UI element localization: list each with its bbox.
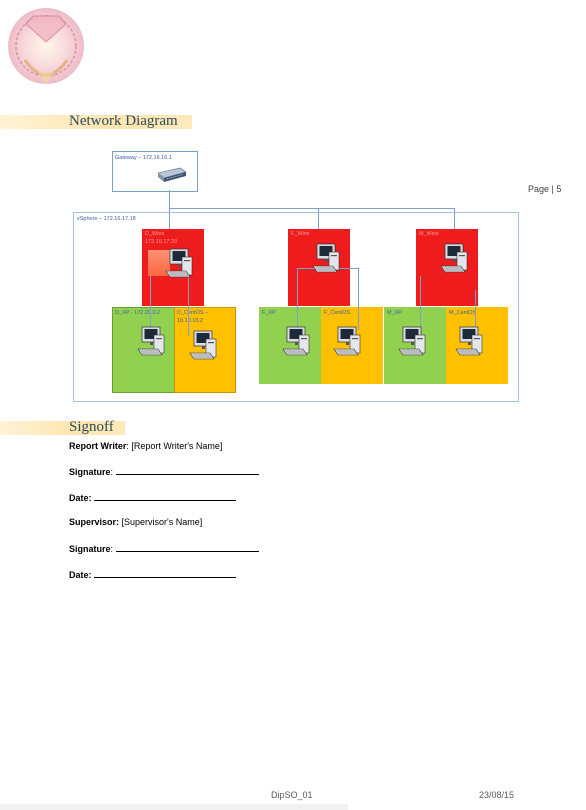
footer-shade (0, 804, 348, 810)
date-label: Date: (69, 570, 92, 580)
report-writer-row: Report Writer: [Report Writer's Name] (69, 441, 222, 451)
section-title-signoff: Signoff (69, 419, 114, 435)
report-writer-label: Report Writer (69, 441, 127, 451)
signature-label: Signature (69, 544, 111, 554)
date-row-1: Date: (69, 492, 237, 503)
signature-line[interactable] (115, 466, 259, 475)
date-label: Date: (69, 493, 92, 503)
signature-row-1: Signature: (69, 466, 259, 477)
footer-date: 23/08/15 (479, 790, 515, 800)
report-writer-value[interactable]: : [Report Writer's Name] (126, 441, 222, 451)
supervisor-row: Supervisor: [Supervisor's Name] (69, 517, 202, 527)
supervisor-label: Supervisor: (69, 517, 120, 527)
footer-doc-code: DipSO_01 (271, 790, 313, 800)
signature-line[interactable] (115, 543, 259, 552)
date-line[interactable] (94, 569, 237, 578)
network-diagram: Gateway – 172.16.16.1 vSphere – 172.16.1… (0, 0, 586, 410)
computer-icons (137, 243, 483, 360)
date-row-2: Date: (69, 569, 237, 580)
signature-label: Signature (69, 467, 111, 477)
signature-row-2: Signature: (69, 543, 259, 554)
date-line[interactable] (94, 492, 237, 501)
supervisor-value[interactable]: [Supervisor's Name] (119, 517, 203, 527)
